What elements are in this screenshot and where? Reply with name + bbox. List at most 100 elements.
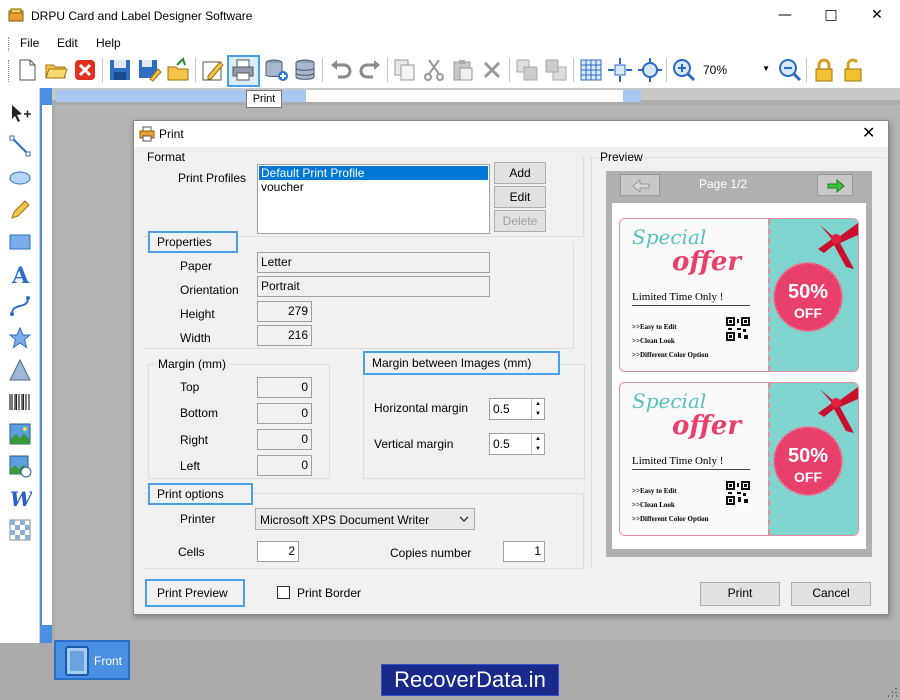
copies-field[interactable]: 1: [503, 541, 545, 562]
vertical-ruler: [42, 105, 52, 625]
cells-field[interactable]: 2: [257, 541, 299, 562]
image-tool-icon[interactable]: [8, 422, 32, 446]
save-icon[interactable]: [107, 57, 133, 83]
barcode-tool-icon[interactable]: [8, 390, 32, 414]
front-tab-label: Front: [94, 654, 123, 668]
coupon-divider: [632, 305, 750, 306]
app-icon: [8, 8, 24, 22]
close-window-button[interactable]: ✕: [854, 0, 900, 32]
ellipse-tool-icon[interactable]: [8, 166, 32, 190]
left-margin-field[interactable]: 0: [257, 455, 312, 476]
paper-label: Paper: [180, 259, 213, 273]
right-margin-field[interactable]: 0: [257, 429, 312, 450]
arrow-right-icon: [827, 179, 845, 193]
unlock-icon[interactable]: [840, 57, 866, 83]
profiles-list[interactable]: Default Print Profile voucher: [257, 164, 490, 234]
curve-tool-icon[interactable]: [8, 294, 32, 318]
discount-off: OFF: [794, 305, 822, 321]
vertical-margin-spinner[interactable]: 0.5 ▲ ▼: [489, 433, 545, 455]
properties-label: Properties: [148, 231, 238, 253]
pencil-tool-icon[interactable]: [8, 198, 32, 222]
resize-grip[interactable]: [884, 684, 898, 698]
picture-library-icon[interactable]: [8, 454, 32, 478]
grid-icon[interactable]: [578, 57, 604, 83]
bottom-margin-label: Bottom: [180, 406, 219, 420]
copy-icon[interactable]: [392, 57, 418, 83]
spinner-arrows[interactable]: ▲ ▼: [531, 399, 544, 419]
printer-select[interactable]: Microsoft XPS Document Writer: [255, 508, 475, 530]
menu-edit[interactable]: Edit: [57, 36, 78, 50]
edit-profile-button[interactable]: Edit: [494, 186, 546, 208]
previous-page-button[interactable]: [620, 174, 660, 196]
svg-text:A: A: [11, 263, 30, 286]
profile-item[interactable]: voucher: [259, 180, 304, 194]
star-tool-icon[interactable]: [8, 326, 32, 350]
delete-icon[interactable]: [479, 57, 505, 83]
text-tool-icon[interactable]: A: [8, 262, 32, 286]
center-icon[interactable]: [607, 57, 633, 83]
close-file-icon[interactable]: [72, 57, 98, 83]
page-indicator: Page 1/2: [699, 177, 748, 191]
database-icon[interactable]: [292, 57, 318, 83]
height-label: Height: [180, 307, 215, 321]
profile-item-selected[interactable]: Default Print Profile: [259, 166, 488, 180]
database-add-icon[interactable]: [263, 57, 289, 83]
menu-help[interactable]: Help: [96, 36, 121, 50]
cut-icon[interactable]: [421, 57, 447, 83]
lock-icon[interactable]: [811, 57, 837, 83]
dialog-close-button[interactable]: ✕: [862, 123, 875, 142]
cancel-button[interactable]: Cancel: [791, 582, 871, 606]
copies-label: Copies number: [390, 546, 472, 560]
menu-file[interactable]: File: [20, 36, 39, 50]
zoom-select[interactable]: 70% ▼: [700, 60, 772, 80]
rectangle-tool-icon[interactable]: [8, 230, 32, 254]
redo-icon[interactable]: [357, 57, 383, 83]
bring-front-icon[interactable]: [514, 57, 540, 83]
zoom-out-icon[interactable]: [777, 57, 803, 83]
new-icon[interactable]: [14, 57, 40, 83]
chevron-up-icon[interactable]: ▲: [532, 434, 544, 444]
minimize-button[interactable]: —: [762, 0, 808, 32]
watermark-tool-icon[interactable]: [8, 518, 32, 542]
spinner-arrows[interactable]: ▲ ▼: [531, 434, 544, 454]
print-preview-button[interactable]: Print Preview: [145, 579, 245, 607]
horizontal-margin-spinner[interactable]: 0.5 ▲ ▼: [489, 398, 545, 420]
paste-icon[interactable]: [450, 57, 476, 83]
line-tool-icon[interactable]: [8, 134, 32, 158]
chevron-up-icon[interactable]: ▲: [532, 399, 544, 409]
zoom-in-icon[interactable]: [671, 57, 697, 83]
coupon-preview: Special offer Limited Time Only ! >>Easy…: [619, 218, 859, 372]
triangle-tool-icon[interactable]: [8, 358, 32, 382]
printer-icon: [139, 126, 155, 142]
coupon-special-text: Special: [632, 225, 707, 249]
width-label: Width: [180, 331, 211, 345]
horizontal-ruler: [56, 90, 641, 102]
fit-icon[interactable]: [637, 57, 663, 83]
save-as-icon[interactable]: [136, 57, 162, 83]
add-profile-button[interactable]: Add: [494, 162, 546, 184]
dialog-title: Print: [159, 127, 184, 141]
bottom-margin-field[interactable]: 0: [257, 403, 312, 424]
undo-icon[interactable]: [328, 57, 354, 83]
select-tool-icon[interactable]: [8, 102, 32, 126]
coupon-preview: Special offer Limited Time Only ! >>Easy…: [619, 382, 859, 536]
word-art-icon[interactable]: W: [8, 486, 32, 510]
width-field: 216: [257, 325, 312, 346]
top-margin-field[interactable]: 0: [257, 377, 312, 398]
print-border-checkbox[interactable]: [277, 586, 290, 599]
edit-properties-icon[interactable]: [200, 57, 226, 83]
menu-bar: [0, 32, 900, 54]
next-page-button[interactable]: [817, 174, 853, 196]
send-back-icon[interactable]: [543, 57, 569, 83]
chevron-down-icon[interactable]: ▼: [532, 409, 544, 419]
print-confirm-button[interactable]: Print: [700, 582, 780, 606]
export-icon[interactable]: [165, 57, 191, 83]
front-side-tab[interactable]: Front: [54, 640, 130, 680]
delete-profile-button[interactable]: Delete: [494, 210, 546, 232]
chevron-down-icon[interactable]: ▼: [532, 444, 544, 454]
open-icon[interactable]: [43, 57, 69, 83]
print-border-label: Print Border: [297, 586, 362, 600]
maximize-button[interactable]: □: [808, 0, 854, 32]
arrow-left-icon: [632, 179, 650, 193]
orientation-field: Portrait: [257, 276, 490, 297]
